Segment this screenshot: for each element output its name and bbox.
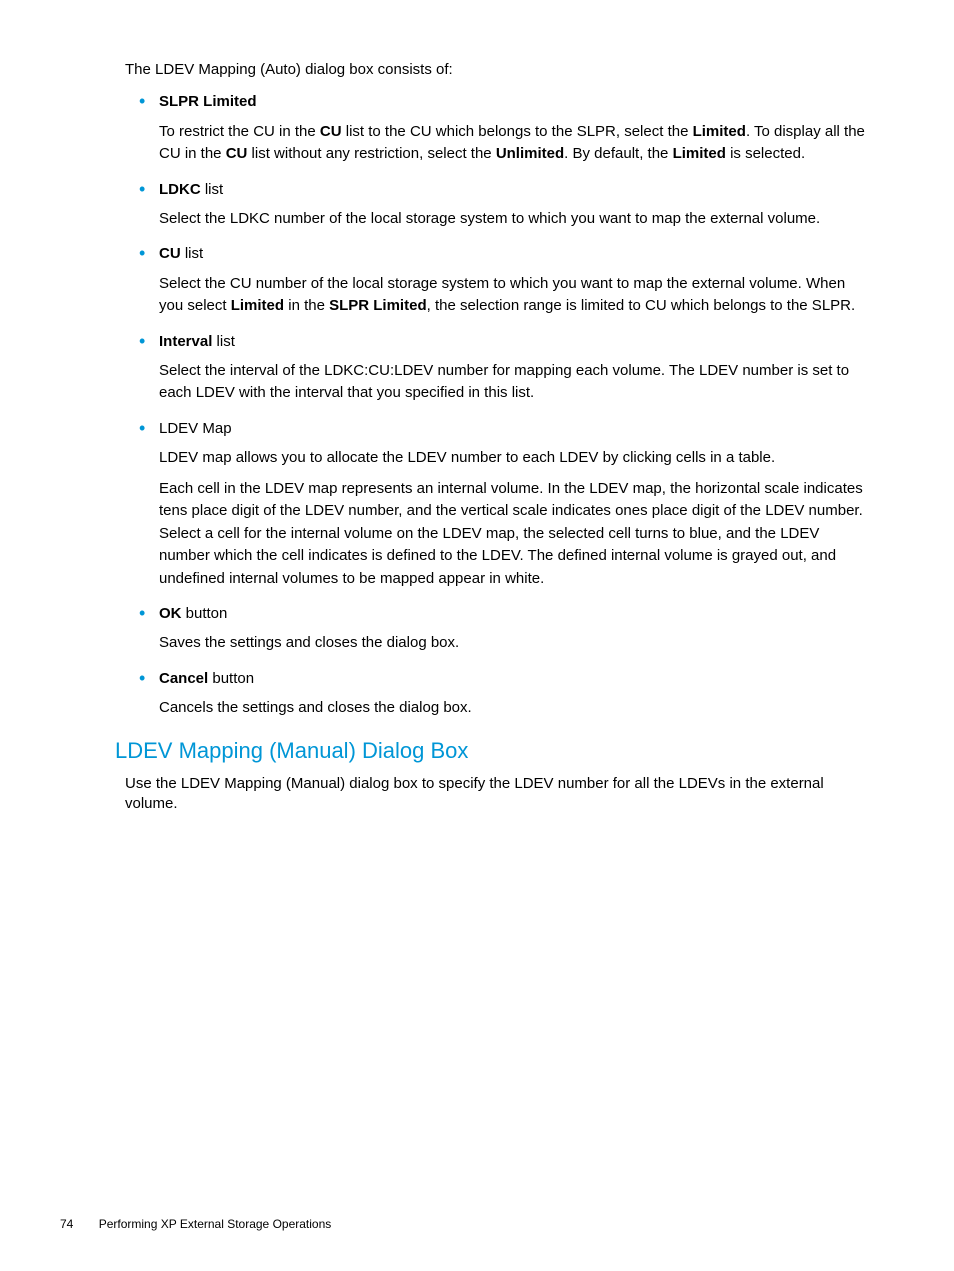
item-title-bold: SLPR Limited — [159, 93, 257, 110]
item-title: SLPR Limited — [159, 92, 869, 112]
item-description: Select the LDKC number of the local stor… — [159, 208, 869, 231]
text: in the — [284, 297, 329, 314]
list-item: LDKC list Select the LDKC number of the l… — [159, 180, 869, 231]
item-title: CU list — [159, 244, 869, 264]
footer-title: Performing XP External Storage Operation… — [99, 1217, 332, 1231]
page-number: 74 — [60, 1217, 73, 1231]
item-description: LDEV map allows you to allocate the LDEV… — [159, 447, 869, 470]
item-description-2: Each cell in the LDEV map represents an … — [159, 478, 869, 591]
item-title-suffix: list — [201, 181, 224, 198]
item-title: LDKC list — [159, 180, 869, 200]
bold-text: Unlimited — [496, 145, 564, 162]
text: LDEV map allows you to allocate the LDEV… — [159, 449, 775, 466]
text: To restrict the CU in the — [159, 123, 320, 140]
item-title-bold: OK — [159, 605, 182, 622]
item-title: OK button — [159, 604, 869, 624]
list-item: Cancel button Cancels the settings and cl… — [159, 669, 869, 720]
text: Saves the settings and closes the dialog… — [159, 634, 459, 651]
text: is selected. — [726, 145, 805, 162]
bold-text: CU — [320, 123, 342, 140]
intro-paragraph: The LDEV Mapping (Auto) dialog box consi… — [125, 60, 869, 80]
text: . By default, the — [564, 145, 672, 162]
text: Select the interval of the LDKC:CU:LDEV … — [159, 362, 849, 402]
item-description: Select the interval of the LDKC:CU:LDEV … — [159, 360, 869, 405]
bold-text: CU — [226, 145, 248, 162]
list-item: LDEV Map LDEV map allows you to allocate … — [159, 419, 869, 590]
list-item: CU list Select the CU number of the local… — [159, 244, 869, 317]
item-title-suffix: list — [181, 245, 204, 262]
text: list to the CU which belongs to the SLPR… — [342, 123, 693, 140]
item-title: Interval list — [159, 332, 869, 352]
item-title-suffix: button — [182, 605, 228, 622]
item-title-suffix: LDEV Map — [159, 420, 232, 437]
bold-text: Limited — [693, 123, 746, 140]
text: Cancels the settings and closes the dial… — [159, 699, 472, 716]
item-title-suffix: list — [212, 333, 235, 350]
bold-text: SLPR Limited — [329, 297, 427, 314]
text: Each cell in the LDEV map represents an … — [159, 480, 863, 587]
item-description: Saves the settings and closes the dialog… — [159, 632, 869, 655]
page-footer: 74 Performing XP External Storage Operat… — [60, 1217, 331, 1231]
definition-list: SLPR Limited To restrict the CU in the CU… — [125, 92, 869, 719]
item-title: Cancel button — [159, 669, 869, 689]
item-title-bold: CU — [159, 245, 181, 262]
bold-text: Limited — [231, 297, 284, 314]
item-title-bold: LDKC — [159, 181, 201, 198]
list-item: OK button Saves the settings and closes t… — [159, 604, 869, 655]
item-description: Select the CU number of the local storag… — [159, 273, 869, 318]
page-content: The LDEV Mapping (Auto) dialog box consi… — [60, 60, 894, 814]
section-heading: LDEV Mapping (Manual) Dialog Box — [115, 738, 869, 764]
bold-text: Limited — [673, 145, 726, 162]
item-title-bold: Cancel — [159, 670, 208, 687]
list-item: Interval list Select the interval of the … — [159, 332, 869, 405]
list-item: SLPR Limited To restrict the CU in the CU… — [159, 92, 869, 165]
item-description: To restrict the CU in the CU list to the… — [159, 121, 869, 166]
item-title-bold: Interval — [159, 333, 212, 350]
item-title: LDEV Map — [159, 419, 869, 439]
text: Select the LDKC number of the local stor… — [159, 210, 820, 227]
text: , the selection range is limited to CU w… — [427, 297, 856, 314]
item-title-suffix: button — [208, 670, 254, 687]
item-description: Cancels the settings and closes the dial… — [159, 697, 869, 720]
section-paragraph: Use the LDEV Mapping (Manual) dialog box… — [125, 774, 869, 815]
text: list without any restriction, select the — [247, 145, 495, 162]
